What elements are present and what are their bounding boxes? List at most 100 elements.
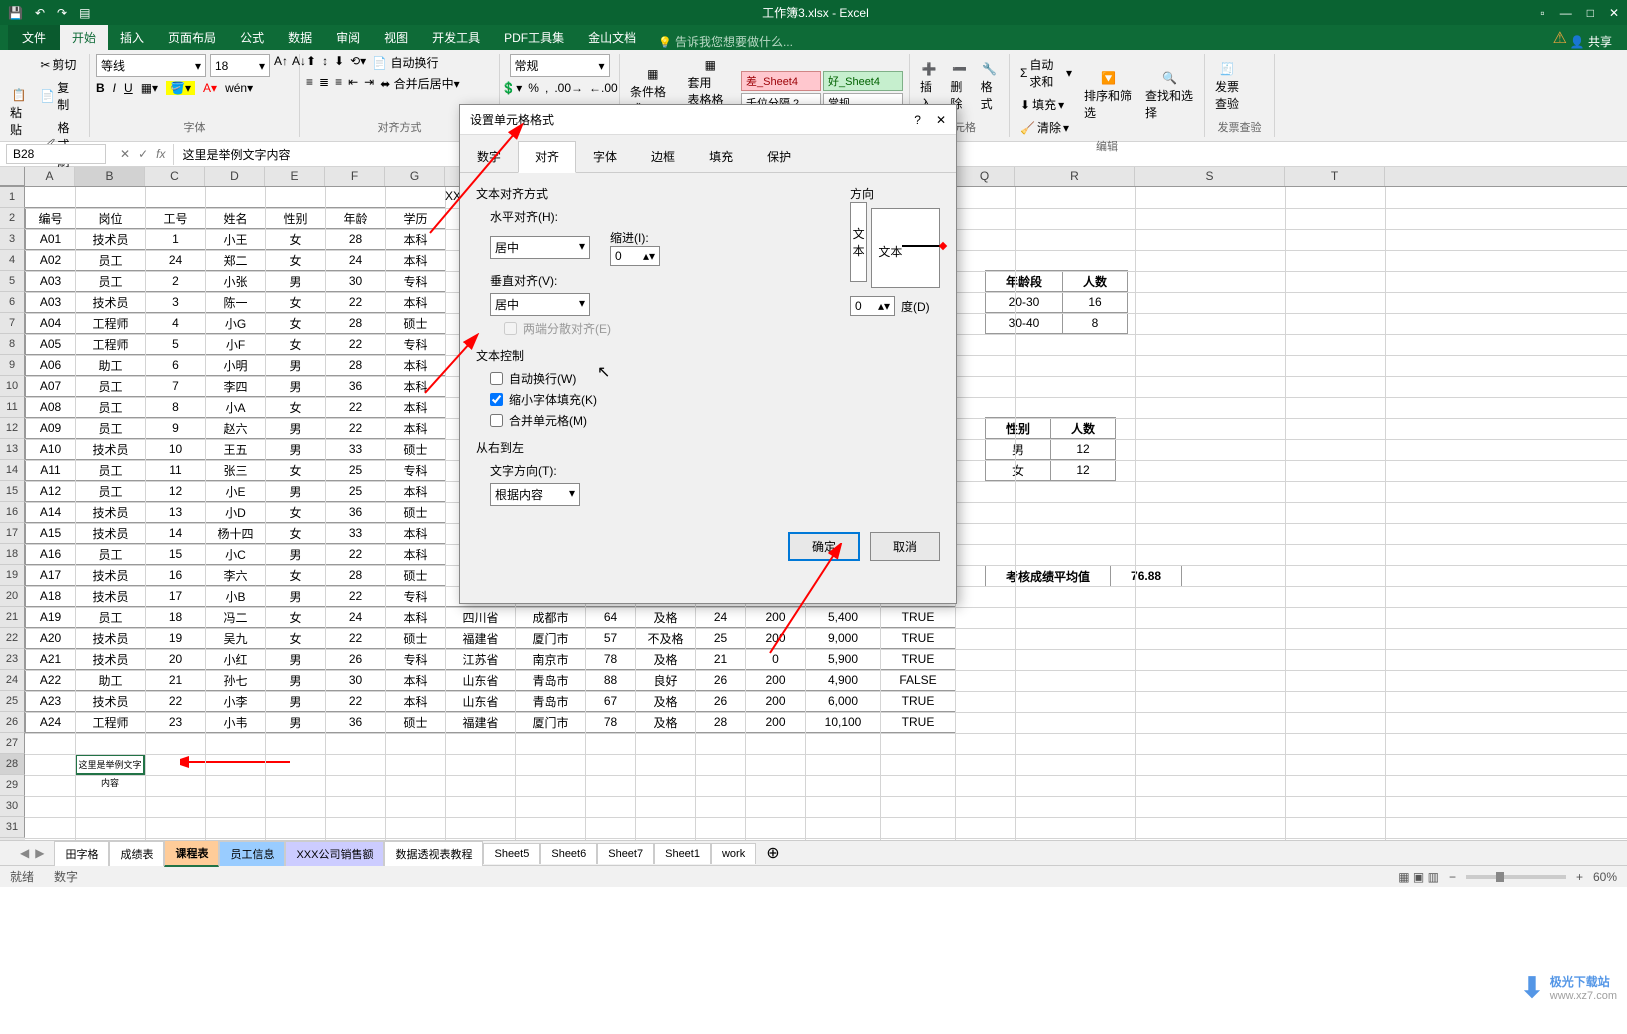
cell[interactable]: A11	[26, 460, 76, 481]
cell[interactable]: TRUE	[881, 691, 956, 712]
tab-insert[interactable]: 插入	[108, 25, 156, 50]
cell[interactable]: 女	[266, 229, 326, 250]
cell[interactable]: 女	[266, 523, 326, 544]
cell[interactable]: 本科	[386, 397, 446, 418]
cell[interactable]: 女	[266, 250, 326, 271]
align-right-icon[interactable]: ≡	[335, 75, 342, 92]
cell[interactable]: 本科	[386, 292, 446, 313]
border-button[interactable]: ▦▾	[141, 81, 158, 95]
cell[interactable]: 25	[326, 481, 386, 502]
cell[interactable]: 小李	[206, 691, 266, 712]
cell[interactable]: 女	[266, 460, 326, 481]
cell[interactable]: 本科	[386, 229, 446, 250]
fill-color-button[interactable]: 🪣▾	[166, 81, 195, 95]
col-header-B[interactable]: B	[75, 167, 145, 186]
tab-file[interactable]: 文件	[8, 25, 60, 50]
redo-icon[interactable]: ↷	[57, 6, 67, 20]
cell[interactable]: 技术员	[76, 523, 146, 544]
align-bottom-icon[interactable]: ⬇	[334, 54, 344, 71]
cell[interactable]: 本科	[386, 418, 446, 439]
cell[interactable]: 24	[326, 607, 386, 628]
cell[interactable]: 工程师	[76, 313, 146, 334]
selected-cell[interactable]: 这里是举例文字内容	[75, 754, 145, 775]
cell[interactable]: 24	[146, 250, 206, 271]
cell[interactable]: 小F	[206, 334, 266, 355]
row-header-20[interactable]: 20	[0, 586, 25, 607]
maximize-icon[interactable]: □	[1587, 6, 1594, 20]
cell[interactable]: 57	[586, 628, 636, 649]
view-buttons[interactable]: ▦ ▣ ▥	[1398, 870, 1439, 884]
cell[interactable]: TRUE	[881, 649, 956, 670]
cell[interactable]: 20	[146, 649, 206, 670]
cell[interactable]: 良好	[636, 670, 696, 691]
cell[interactable]: 15	[146, 544, 206, 565]
cell[interactable]: A16	[26, 544, 76, 565]
col-header-A[interactable]: A	[25, 167, 75, 186]
cell[interactable]: 男	[266, 481, 326, 502]
cell[interactable]: 64	[586, 607, 636, 628]
row-header-15[interactable]: 15	[0, 481, 25, 502]
cell[interactable]: 男	[266, 544, 326, 565]
cell[interactable]: 及格	[636, 691, 696, 712]
row-header-23[interactable]: 23	[0, 649, 25, 670]
sheet-tab-8[interactable]: Sheet6	[540, 843, 597, 864]
bold-button[interactable]: B	[96, 81, 105, 95]
cell[interactable]: 本科	[386, 691, 446, 712]
tab-review[interactable]: 审阅	[324, 25, 372, 50]
row-header-16[interactable]: 16	[0, 502, 25, 523]
cell[interactable]: 男	[266, 670, 326, 691]
dtab-fill[interactable]: 填充	[692, 141, 750, 172]
cell[interactable]: 青岛市	[516, 691, 586, 712]
cell[interactable]: 专科	[386, 334, 446, 355]
orientation-icon[interactable]: ⟲▾	[350, 54, 366, 71]
underline-button[interactable]: U	[124, 81, 133, 95]
cell[interactable]: 26	[696, 691, 746, 712]
cell[interactable]: 技术员	[76, 292, 146, 313]
cell[interactable]: 男	[266, 355, 326, 376]
sheet-tab-2[interactable]: 成绩表	[109, 841, 164, 866]
cell[interactable]: 福建省	[446, 628, 516, 649]
cell[interactable]: 硕士	[386, 313, 446, 334]
tab-kingsoft[interactable]: 金山文档	[576, 25, 648, 50]
cell[interactable]: 8	[146, 397, 206, 418]
cell[interactable]: 李四	[206, 376, 266, 397]
row-header-14[interactable]: 14	[0, 460, 25, 481]
cell[interactable]: 员工	[76, 418, 146, 439]
cell[interactable]: 女	[266, 334, 326, 355]
cell[interactable]: 王五	[206, 439, 266, 460]
cell[interactable]: 10	[146, 439, 206, 460]
cell[interactable]: 本科	[386, 607, 446, 628]
sheet-tab-6[interactable]: 数据透视表教程	[384, 841, 483, 866]
sheet-tab-10[interactable]: Sheet1	[654, 843, 711, 864]
cell[interactable]: A14	[26, 502, 76, 523]
cell[interactable]: 员工	[76, 250, 146, 271]
cell[interactable]: 36	[326, 712, 386, 733]
cell[interactable]: A15	[26, 523, 76, 544]
cell[interactable]: 孙七	[206, 670, 266, 691]
cell[interactable]: A02	[26, 250, 76, 271]
cell[interactable]: 硕士	[386, 628, 446, 649]
cell[interactable]: 22	[326, 691, 386, 712]
decrease-decimal-icon[interactable]: ←.00	[589, 81, 618, 95]
cell[interactable]: 成都市	[516, 607, 586, 628]
row-header-22[interactable]: 22	[0, 628, 25, 649]
row-header-19[interactable]: 19	[0, 565, 25, 586]
cell[interactable]: 男	[266, 418, 326, 439]
find-select-button[interactable]: 🔍查找和选择	[1141, 67, 1198, 125]
cell[interactable]: 技术员	[76, 691, 146, 712]
cell[interactable]: 9,000	[806, 628, 881, 649]
sheet-tab-1[interactable]: 田字格	[54, 841, 109, 866]
cell[interactable]: 男	[266, 691, 326, 712]
cell[interactable]: 28	[696, 712, 746, 733]
tell-me[interactable]: 💡 告诉我您想要做什么...	[658, 33, 793, 50]
cell[interactable]: 青岛市	[516, 670, 586, 691]
cell[interactable]: A07	[26, 376, 76, 397]
tab-layout[interactable]: 页面布局	[156, 25, 228, 50]
cell[interactable]: 25	[696, 628, 746, 649]
fx-icon[interactable]: fx	[156, 147, 165, 161]
name-box[interactable]: B28	[6, 144, 106, 164]
cell[interactable]: 88	[586, 670, 636, 691]
cell[interactable]: 小红	[206, 649, 266, 670]
cell[interactable]: 本科	[386, 355, 446, 376]
cell[interactable]: 男	[266, 712, 326, 733]
